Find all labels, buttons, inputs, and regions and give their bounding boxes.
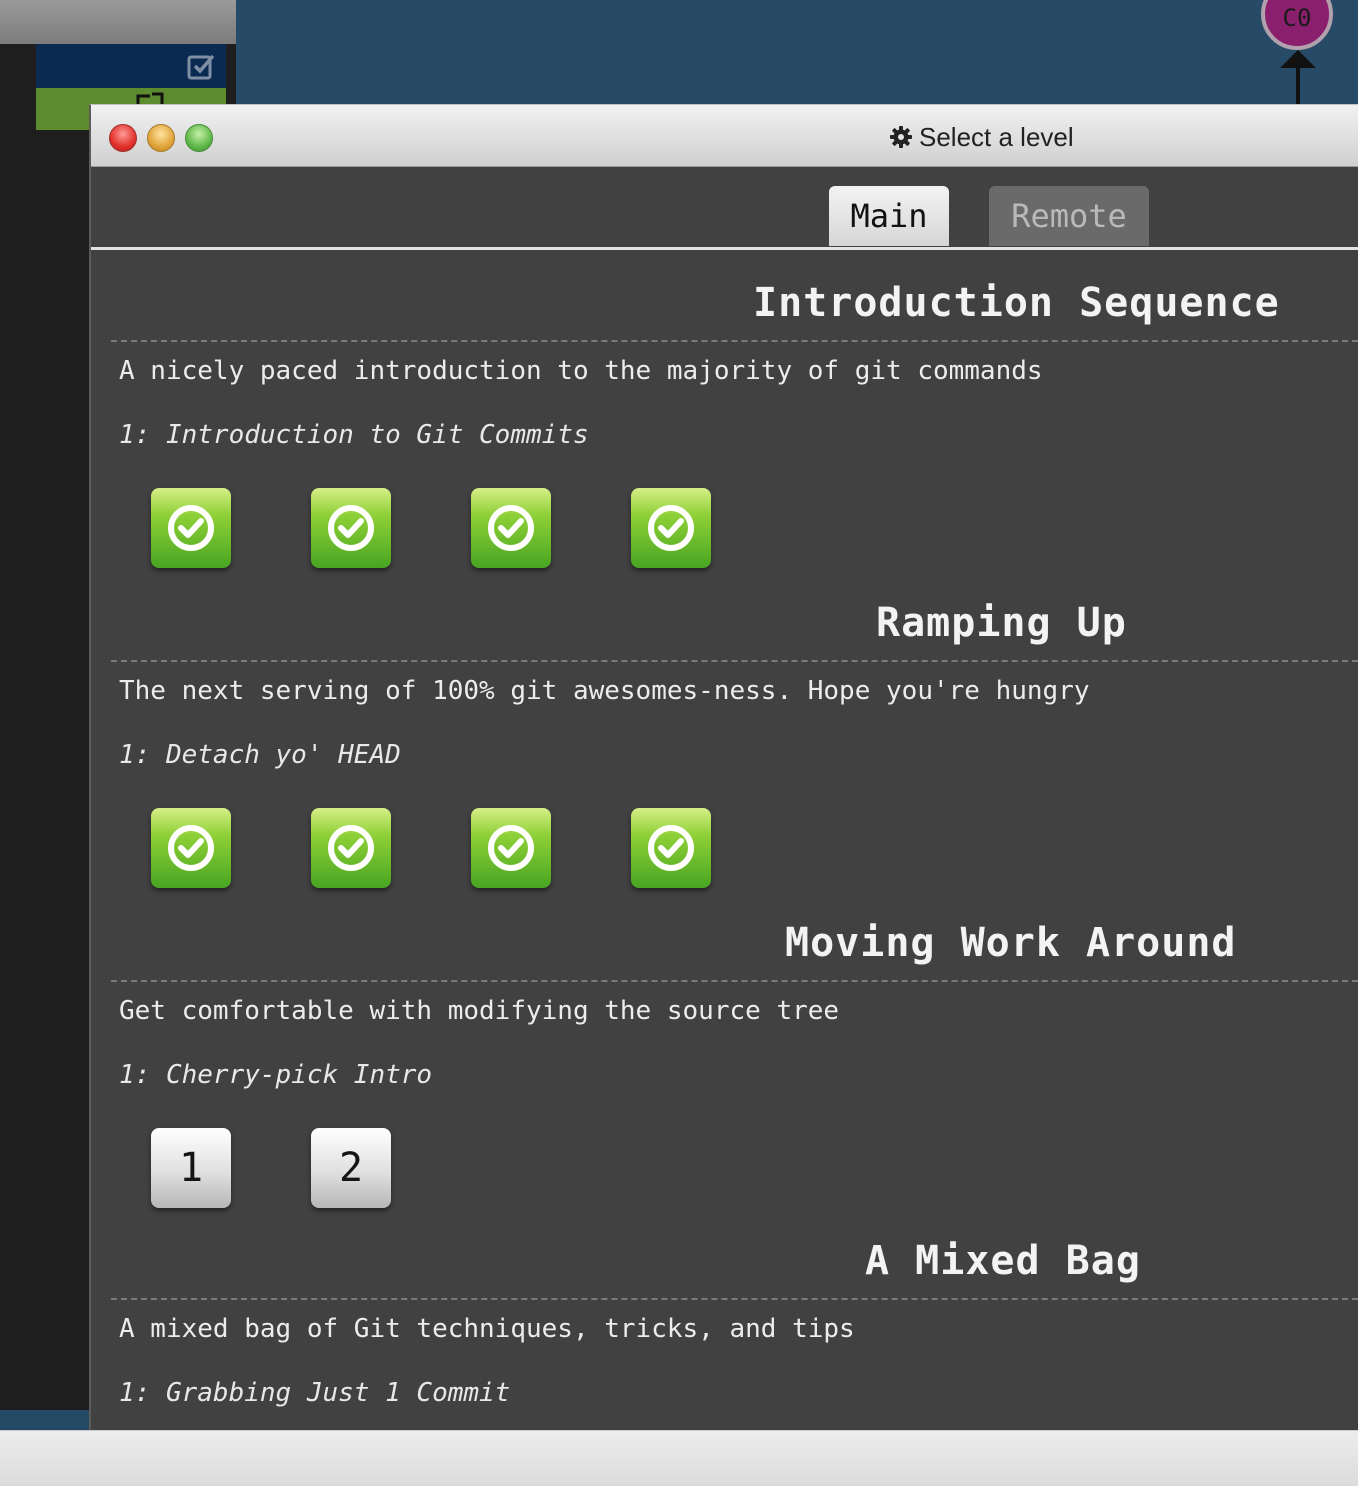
command-panel-header [0, 0, 236, 44]
level-tabs: Main Remote [91, 167, 1358, 247]
tab-remote[interactable]: Remote [989, 186, 1149, 246]
section-divider [111, 660, 1358, 662]
minimize-window-button[interactable] [147, 124, 175, 152]
check-circle-icon [168, 505, 214, 551]
level-button-completed[interactable] [311, 808, 391, 888]
check-circle-icon [328, 505, 374, 551]
level-buttons [151, 488, 711, 568]
section-moving-work-around: Moving Work Around Get comfortable with … [91, 890, 1358, 1208]
commit-node-label: C0 [1282, 4, 1312, 32]
section-title: Introduction Sequence [753, 280, 1280, 326]
level-button-completed[interactable] [151, 488, 231, 568]
check-circle-icon [488, 505, 534, 551]
section-divider [111, 340, 1358, 342]
level-button-completed[interactable] [631, 488, 711, 568]
window-titlebar: Select a level [91, 105, 1358, 167]
window-title-text: Select a level [919, 121, 1074, 152]
check-circle-icon [648, 505, 694, 551]
section-description: The next serving of 100% git awesomes-ne… [119, 676, 1090, 706]
level-button-completed[interactable] [631, 808, 711, 888]
section-title: A Mixed Bag [865, 1238, 1141, 1284]
gear-icon [890, 126, 912, 148]
level-button-1[interactable]: 1 [151, 1128, 231, 1208]
section-description: A nicely paced introduction to the major… [119, 356, 1043, 386]
section-divider [111, 980, 1358, 982]
section-title: Ramping Up [876, 600, 1127, 646]
level-button-completed[interactable] [311, 488, 391, 568]
bottom-status-bar [0, 1430, 1358, 1486]
section-description: A mixed bag of Git techniques, tricks, a… [119, 1314, 855, 1344]
canvas-strip [0, 1410, 90, 1430]
check-circle-icon [328, 825, 374, 871]
level-buttons [151, 808, 711, 888]
check-circle-icon [488, 825, 534, 871]
tab-main[interactable]: Main [829, 186, 949, 246]
section-divider [111, 1298, 1358, 1300]
selected-level-name: 1: Grabbing Just 1 Commit [119, 1378, 511, 1408]
check-circle-icon [648, 825, 694, 871]
selected-level-name: 1: Detach yo' HEAD [119, 740, 401, 770]
section-title: Moving Work Around [785, 920, 1237, 966]
level-buttons: 1 2 [151, 1128, 391, 1208]
level-select-modal: Select a level Main Remote Introduction … [89, 104, 1358, 1430]
section-a-mixed-bag: A Mixed Bag A mixed bag of Git technique… [91, 1208, 1358, 1430]
window-title: Select a level [889, 119, 1074, 155]
selected-level-name: 1: Cherry-pick Intro [119, 1060, 433, 1090]
selected-level-name: 1: Introduction to Git Commits [119, 420, 589, 450]
section-description: Get comfortable with modifying the sourc… [119, 996, 840, 1026]
check-circle-icon [168, 825, 214, 871]
level-button-completed[interactable] [151, 808, 231, 888]
level-button-completed[interactable] [471, 488, 551, 568]
section-ramping-up: Ramping Up The next serving of 100% git … [91, 570, 1358, 890]
close-window-button[interactable] [109, 124, 137, 152]
checkbox-icon [187, 54, 215, 80]
level-sections: Introduction Sequence A nicely paced int… [91, 250, 1358, 1430]
level-button-2[interactable]: 2 [311, 1128, 391, 1208]
level-button-completed[interactable] [471, 808, 551, 888]
section-introduction-sequence: Introduction Sequence A nicely paced int… [91, 250, 1358, 570]
commit-arrow [1280, 50, 1316, 106]
zoom-window-button[interactable] [185, 124, 213, 152]
